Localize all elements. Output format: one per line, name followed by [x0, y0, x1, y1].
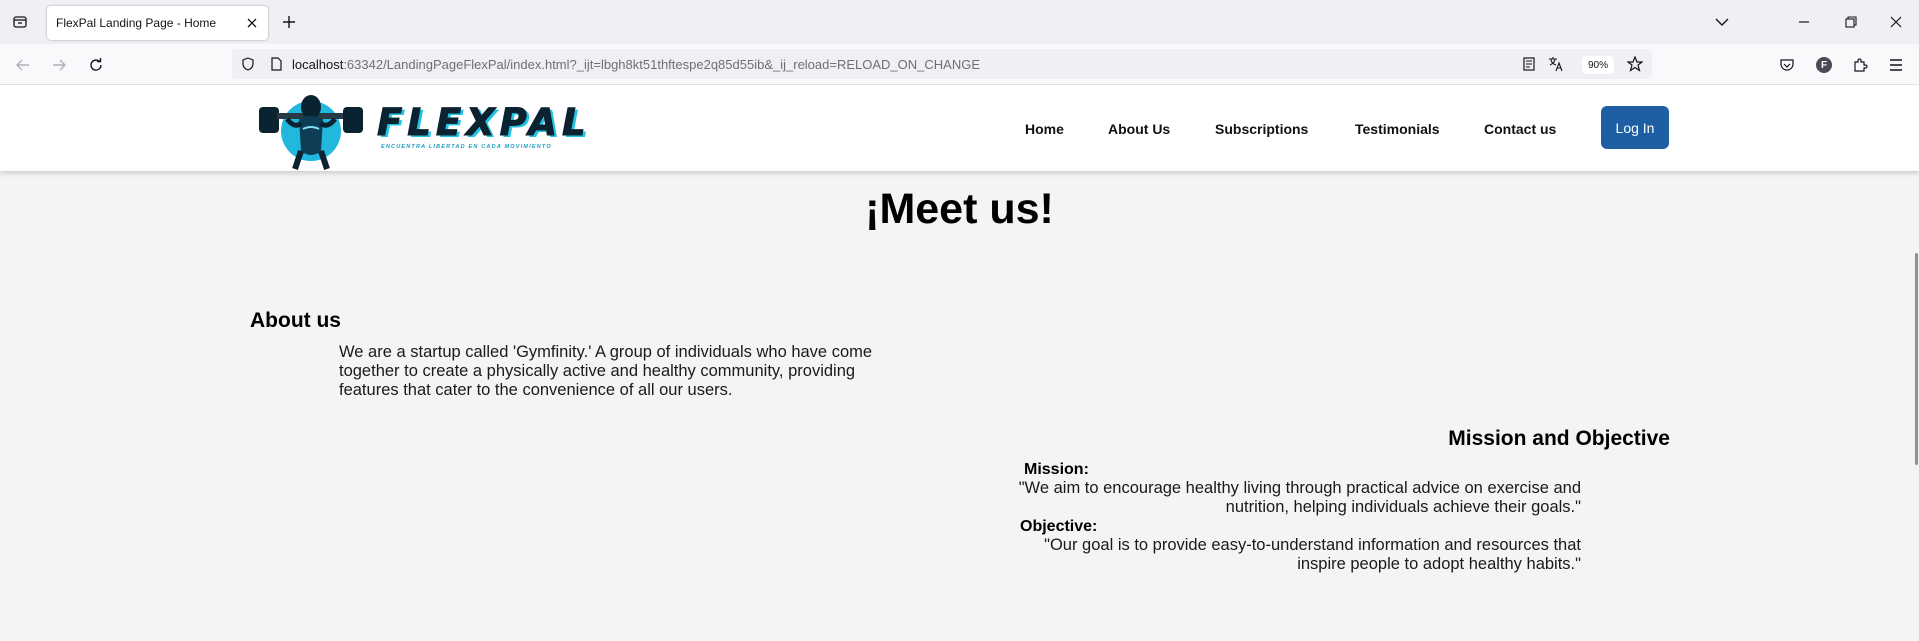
objective-label: Objective: — [1020, 518, 1098, 535]
objective-paragraph: "Our goal is to provide easy-to-understa… — [1044, 536, 1581, 573]
mission-label: Mission: — [1024, 461, 1089, 478]
about-us-heading: About us — [250, 309, 341, 332]
url-text: localhost:63342/LandingPageFlexPal/index… — [292, 57, 980, 72]
flexpal-logo[interactable]: FLEXPAL ENCUENTRA LIBERTAD EN CADA MOVIM… — [257, 89, 593, 170]
nav-link-subscriptions[interactable]: Subscriptions — [1215, 121, 1308, 137]
tab-list-icon[interactable] — [8, 10, 32, 34]
logo-wordmark: FLEXPAL — [377, 101, 591, 145]
nav-link-testimonials[interactable]: Testimonials — [1355, 121, 1440, 137]
page-info-icon[interactable] — [268, 56, 284, 72]
bookmark-star-icon[interactable] — [1627, 56, 1643, 72]
url-path: :63342/LandingPageFlexPal/index.html?_ij… — [343, 57, 981, 72]
nav-link-about-us[interactable]: About Us — [1108, 121, 1170, 137]
minimize-window-icon[interactable] — [1790, 8, 1818, 36]
browser-navigation-bar: localhost:63342/LandingPageFlexPal/index… — [0, 44, 1919, 85]
zoom-level-badge[interactable]: 90% — [1582, 56, 1614, 74]
translate-icon[interactable] — [1548, 56, 1564, 72]
pocket-save-icon[interactable] — [1776, 54, 1798, 76]
mission-objective-heading: Mission and Objective — [1448, 427, 1670, 450]
page-title: ¡Meet us! — [865, 185, 1054, 233]
shield-tracking-protection-icon[interactable] — [240, 56, 256, 72]
extensions-puzzle-icon[interactable] — [1849, 54, 1871, 76]
page-viewport: FLEXPAL ENCUENTRA LIBERTAD EN CADA MOVIM… — [0, 85, 1919, 641]
account-initial: F — [1820, 59, 1828, 71]
forward-arrow-icon[interactable] — [47, 53, 71, 77]
back-arrow-icon[interactable] — [11, 53, 35, 77]
browser-tab-strip: FlexPal Landing Page - Home — [0, 0, 1919, 44]
address-bar[interactable]: localhost:63342/LandingPageFlexPal/index… — [232, 49, 1652, 79]
account-avatar-icon[interactable]: F — [1813, 54, 1835, 76]
restore-window-icon[interactable] — [1837, 8, 1865, 36]
about-us-paragraph: We are a startup called 'Gymfinity.' A g… — [339, 343, 873, 399]
hamburger-menu-icon[interactable] — [1885, 54, 1907, 76]
new-tab-plus-icon[interactable] — [279, 12, 299, 32]
close-window-icon[interactable] — [1882, 8, 1910, 36]
reload-icon[interactable] — [84, 53, 108, 77]
reader-view-icon[interactable] — [1521, 56, 1537, 72]
login-button[interactable]: Log In — [1601, 106, 1669, 149]
url-host: localhost — [292, 57, 344, 72]
nav-link-contact-us[interactable]: Contact us — [1484, 121, 1556, 137]
tab-title: FlexPal Landing Page - Home — [56, 16, 217, 30]
logo-tagline: ENCUENTRA LIBERTAD EN CADA MOVIMIENTO — [381, 144, 552, 150]
fitness-character-emblem-icon — [259, 95, 363, 170]
mission-paragraph: "We aim to encourage healthy living thro… — [1018, 479, 1581, 516]
page-scrollbar-thumb[interactable] — [1915, 253, 1918, 465]
browser-tab-active[interactable]: FlexPal Landing Page - Home — [47, 6, 268, 40]
site-header: FLEXPAL ENCUENTRA LIBERTAD EN CADA MOVIM… — [0, 85, 1919, 171]
list-all-tabs-chevron-icon[interactable] — [1712, 12, 1732, 32]
nav-link-home[interactable]: Home — [1025, 121, 1064, 137]
close-tab-icon[interactable] — [244, 15, 260, 31]
